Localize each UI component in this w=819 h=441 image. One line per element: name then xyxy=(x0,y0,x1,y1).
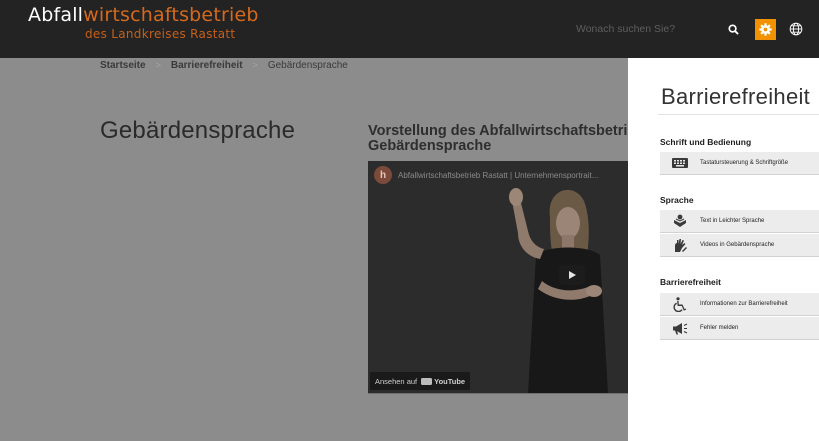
site-logo[interactable]: Abfallwirtschaftsbetrieb des Landkreises… xyxy=(28,4,259,41)
channel-avatar: h xyxy=(374,166,392,184)
gear-icon xyxy=(759,23,772,36)
watch-on-youtube-link[interactable]: Ansehen auf YouTube xyxy=(370,372,471,390)
panel-title: Barrierefreiheit xyxy=(661,84,811,109)
play-icon xyxy=(559,265,585,285)
youtube-logo: YouTube xyxy=(421,377,465,386)
watch-on-label: Ansehen auf xyxy=(375,376,418,386)
accessibility-panel: Barrierefreiheit Schrift und Bedienung T… xyxy=(628,58,819,441)
section-title-sprache: Sprache xyxy=(660,195,694,205)
video-frame-signer xyxy=(368,161,628,394)
breadcrumb-separator: > xyxy=(155,60,161,70)
globe-icon xyxy=(789,22,803,36)
section-title-schrift: Schrift und Bedienung xyxy=(660,137,752,147)
megaphone-icon xyxy=(660,322,700,335)
panel-item-keyboard-font-size[interactable]: Tastatursteuerung & Schriftgröße xyxy=(660,152,819,175)
panel-item-accessibility-info[interactable]: Informationen zur Barrierefreiheit xyxy=(660,293,819,316)
breadcrumb-barrierefreiheit[interactable]: Barrierefreiheit xyxy=(171,60,243,71)
youtube-icon xyxy=(421,377,433,385)
keyboard-icon xyxy=(660,158,700,168)
video-heading-line1: Vorstellung des Abfallwirtschaftsbetrieb… xyxy=(368,124,638,139)
video-heading: Vorstellung des Abfallwirtschaftsbetrieb… xyxy=(368,124,638,154)
search-icon xyxy=(727,23,739,35)
panel-item-easy-language[interactable]: Text in Leichter Sprache xyxy=(660,210,819,233)
panel-item-sign-language-videos[interactable]: Videos in Gebärdensprache xyxy=(660,234,819,257)
panel-item-label: Informationen zur Barrierefreiheit xyxy=(700,301,788,307)
panel-item-label: Text in Leichter Sprache xyxy=(700,218,765,224)
search-button[interactable] xyxy=(724,20,742,38)
youtube-wordmark: YouTube xyxy=(434,376,466,386)
embedded-video[interactable]: h Abfallwirtschaftsbetrieb Rastatt | Unt… xyxy=(368,161,628,394)
logo-title: Abfallwirtschaftsbetrieb xyxy=(28,4,259,26)
wheelchair-icon xyxy=(660,296,700,312)
panel-divider xyxy=(658,114,819,115)
video-divider xyxy=(368,393,628,394)
language-button[interactable] xyxy=(787,20,805,38)
accessibility-settings-button[interactable] xyxy=(755,19,776,40)
panel-item-label: Tastatursteuerung & Schriftgröße xyxy=(700,160,789,166)
panel-item-report-error[interactable]: Fehler melden xyxy=(660,317,819,340)
site-header: Abfallwirtschaftsbetrieb des Landkreises… xyxy=(0,0,819,58)
search-input[interactable] xyxy=(570,14,717,44)
sign-language-icon xyxy=(660,238,700,253)
page-title: Gebärdensprache xyxy=(100,117,296,144)
breadcrumb-separator: > xyxy=(252,60,258,70)
panel-item-label: Videos in Gebärdensprache xyxy=(700,242,775,248)
breadcrumb: Startseite > Barrierefreiheit > Gebärden… xyxy=(100,58,348,72)
breadcrumb-home[interactable]: Startseite xyxy=(100,60,146,71)
section-title-barrierefreiheit: Barrierefreiheit xyxy=(660,277,721,287)
video-embed-title: Abfallwirtschaftsbetrieb Rastatt | Unter… xyxy=(398,170,599,180)
easy-language-icon xyxy=(660,214,700,228)
logo-subtitle: des Landkreises Rastatt xyxy=(85,27,236,41)
video-heading-line2: Gebärdensprache xyxy=(368,138,492,155)
breadcrumb-current: Gebärdensprache xyxy=(267,59,348,71)
video-channel-info[interactable]: h Abfallwirtschaftsbetrieb Rastatt | Unt… xyxy=(374,166,598,184)
panel-item-label: Fehler melden xyxy=(700,325,739,331)
play-button[interactable] xyxy=(559,265,585,285)
